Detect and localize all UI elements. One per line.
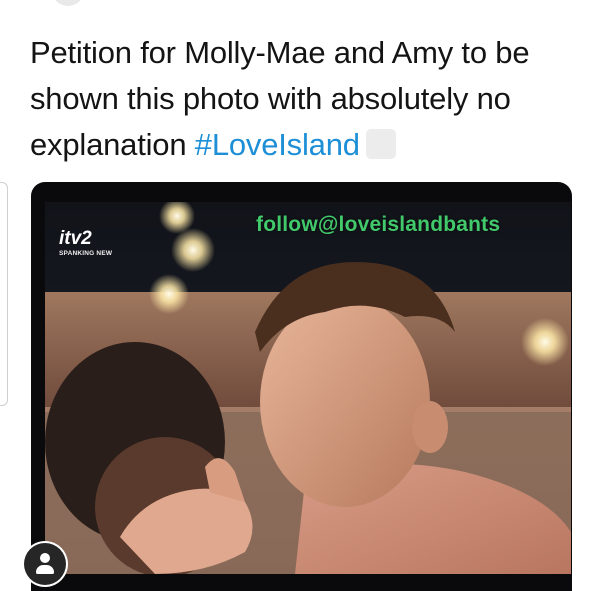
photo-bottom-bar <box>31 574 572 591</box>
photo-scene <box>45 202 571 574</box>
avatar-edge <box>52 0 84 6</box>
tweet-text: Petition for Molly-Mae and Amy to be sho… <box>30 30 575 168</box>
ceiling-light <box>149 274 189 314</box>
ceiling-light <box>521 318 569 366</box>
emoji-icon <box>365 129 396 159</box>
person-right-face <box>260 297 430 507</box>
ceiling-light <box>171 228 215 272</box>
person-right-ear <box>412 401 448 453</box>
tweet-photo[interactable]: follow@loveislandbants itv2 SPANKING NEW <box>31 182 572 591</box>
watermark-text: follow@loveislandbants <box>256 213 501 236</box>
user-tag-icon-body <box>36 565 54 574</box>
channel-logo: itv2 <box>59 228 92 249</box>
channel-tagline: SPANKING NEW <box>59 250 113 257</box>
hashtag-link[interactable]: #LoveIsland <box>195 127 360 162</box>
screenshot-page: Petition for Molly-Mae and Amy to be sho… <box>0 0 600 591</box>
user-tag-icon[interactable] <box>24 543 66 585</box>
tv-screen-image: follow@loveislandbants itv2 SPANKING NEW <box>45 202 571 574</box>
carousel-handle[interactable] <box>0 182 8 406</box>
user-tag-icon-head <box>40 553 50 563</box>
